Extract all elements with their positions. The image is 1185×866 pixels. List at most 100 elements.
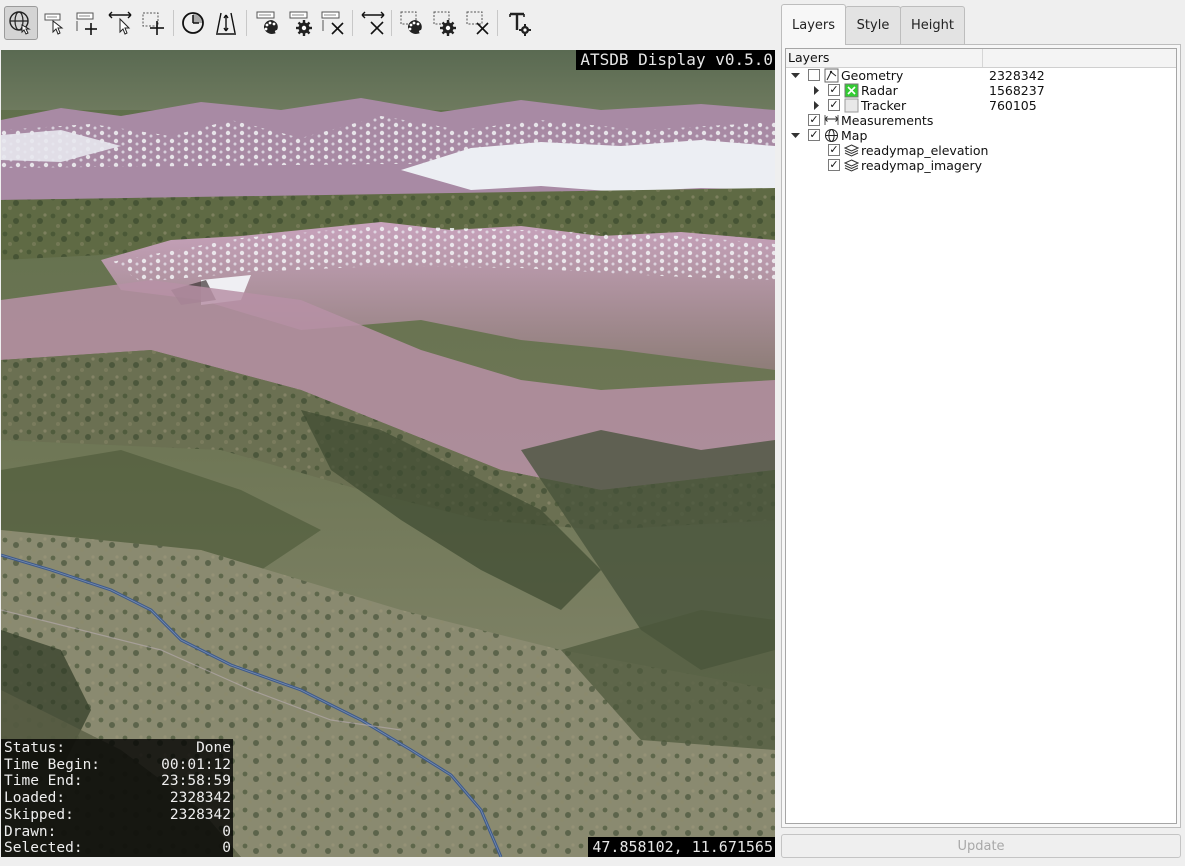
tracker-color-icon[interactable] — [844, 98, 859, 113]
selected-label: Selected: — [4, 840, 83, 857]
tree-count: 2328342 — [989, 68, 1045, 83]
expand-closed-icon[interactable] — [810, 83, 822, 98]
tree-label: Radar — [861, 83, 898, 98]
expand-open-icon[interactable] — [789, 68, 801, 83]
rect-plus-icon — [142, 12, 164, 35]
main-toolbar — [0, 0, 778, 48]
dock-tabbar: Layers Style Height — [781, 4, 965, 45]
tree-count: 760105 — [989, 98, 1037, 113]
skipped-value: 2328342 — [169, 806, 231, 823]
globe-hand-icon — [9, 11, 31, 35]
select-remove-icon — [466, 11, 489, 35]
style-palette-button[interactable] — [251, 6, 285, 40]
loaded-value: 2328342 — [169, 790, 231, 807]
tree-label: Measurements — [841, 113, 934, 128]
expand-open-icon[interactable] — [789, 128, 801, 143]
tree-row-geometry[interactable]: Geometry 2328342 — [786, 68, 1176, 83]
globe-icon — [824, 128, 839, 143]
terrain-view[interactable] — [1, 50, 775, 857]
altitude-filter-button[interactable] — [209, 6, 243, 40]
tree-row-readymap-imagery[interactable]: ✓ readymap_imagery — [786, 158, 1176, 173]
drawn-row: Drawn: 0 — [1, 824, 233, 841]
loaded-row: Loaded: 2328342 — [1, 790, 233, 807]
tree-header: Layers — [786, 49, 1176, 68]
tree-label: Tracker — [861, 98, 907, 113]
measure-remove-icon — [361, 11, 385, 35]
time-begin-row: Time Begin: 00:01:12 — [1, 757, 233, 774]
drawn-value: 0 — [222, 823, 231, 840]
drawn-label: Drawn: — [4, 823, 57, 840]
navigate-globe-button[interactable] — [4, 6, 38, 40]
measure-icon — [824, 113, 839, 128]
radar-checkbox[interactable]: ✓ — [828, 84, 840, 96]
time-begin-label: Time Begin: — [4, 756, 101, 773]
display-title: ATSDB Display v0.5.0 — [576, 50, 775, 70]
selection-clear-button[interactable] — [461, 6, 495, 40]
dock-splitter[interactable] — [777, 50, 780, 857]
status-panel: Status: Done Time Begin: 00:01:12 Time End… — [1, 739, 233, 857]
label-add-button[interactable] — [70, 6, 104, 40]
tree-label: readymap_elevation — [861, 143, 989, 158]
text-gear-icon — [509, 12, 531, 36]
layers-icon — [843, 158, 860, 173]
tree-count: 1568237 — [989, 83, 1045, 98]
cursor-coordinates: 47.858102, 11.671565 — [588, 837, 775, 857]
time-end-value: 23:58:59 — [161, 773, 231, 790]
map-viewport[interactable]: ATSDB Display v0.5.0 Status: Done Time Be… — [1, 50, 775, 857]
label-remove-icon — [321, 11, 344, 35]
geometry-checkbox[interactable] — [808, 69, 820, 81]
tab-style[interactable]: Style — [845, 6, 901, 44]
tab-layers[interactable]: Layers — [781, 4, 846, 45]
clock-icon — [182, 12, 204, 34]
time-begin-value: 00:01:12 — [161, 756, 231, 773]
skipped-label: Skipped: — [4, 806, 74, 823]
selection-color-button[interactable] — [395, 6, 429, 40]
status-value: Done — [196, 740, 231, 757]
status-label: Status: — [4, 740, 66, 757]
status-row: Status: Done — [1, 740, 233, 757]
layers-tree[interactable]: Layers Geometry 2328342 ✓ Radar 1568237 … — [785, 48, 1177, 824]
selected-value: 0 — [222, 840, 231, 857]
geometry-icon — [824, 68, 839, 83]
time-end-row: Time End: 23:58:59 — [1, 773, 233, 790]
tracker-checkbox[interactable]: ✓ — [828, 99, 840, 111]
style-remove-button[interactable] — [316, 6, 350, 40]
expand-closed-icon[interactable] — [810, 98, 822, 113]
layers-icon — [843, 143, 860, 158]
measurements-checkbox[interactable]: ✓ — [808, 114, 820, 126]
tree-row-radar[interactable]: ✓ Radar 1568237 — [786, 83, 1176, 98]
selected-row: Selected: 0 — [1, 840, 233, 857]
measure-pointer-icon — [108, 11, 132, 35]
layers-pane: Layers Geometry 2328342 ✓ Radar 1568237 … — [781, 44, 1181, 828]
selection-settings-button[interactable] — [428, 6, 462, 40]
tree-row-tracker[interactable]: ✓ Tracker 760105 — [786, 98, 1176, 113]
tree-row-measurements[interactable]: ✓ Measurements — [786, 113, 1176, 128]
tab-height[interactable]: Height — [900, 6, 965, 44]
map-checkbox[interactable]: ✓ — [808, 129, 820, 141]
rect-add-button[interactable] — [136, 6, 170, 40]
altitude-icon — [216, 12, 236, 35]
gear-icon — [289, 11, 312, 36]
label-pointer-icon — [44, 13, 64, 35]
loaded-label: Loaded: — [4, 790, 66, 807]
time-filter-button[interactable] — [176, 6, 210, 40]
select-palette-icon — [400, 11, 422, 34]
tree-row-map[interactable]: ✓ Map — [786, 128, 1176, 143]
radar-color-icon[interactable] — [844, 83, 859, 98]
time-end-label: Time End: — [4, 773, 83, 790]
tree-row-readymap-elevation[interactable]: ✓ readymap_elevation — [786, 143, 1176, 158]
tree-label: readymap_imagery — [861, 158, 983, 173]
measure-select-button[interactable] — [103, 6, 137, 40]
skipped-row: Skipped: 2328342 — [1, 807, 233, 824]
select-gear-icon — [433, 11, 456, 36]
tree-header-layers[interactable]: Layers — [786, 49, 983, 67]
label-edit-button[interactable] — [38, 6, 72, 40]
update-button[interactable]: Update — [781, 834, 1181, 858]
imagery-checkbox[interactable]: ✓ — [828, 159, 840, 171]
elevation-checkbox[interactable]: ✓ — [828, 144, 840, 156]
tree-label: Map — [841, 128, 868, 143]
style-settings-button[interactable] — [284, 6, 318, 40]
text-tool-button[interactable] — [502, 6, 536, 40]
measure-remove-button[interactable] — [356, 6, 390, 40]
label-add-icon — [76, 12, 97, 35]
